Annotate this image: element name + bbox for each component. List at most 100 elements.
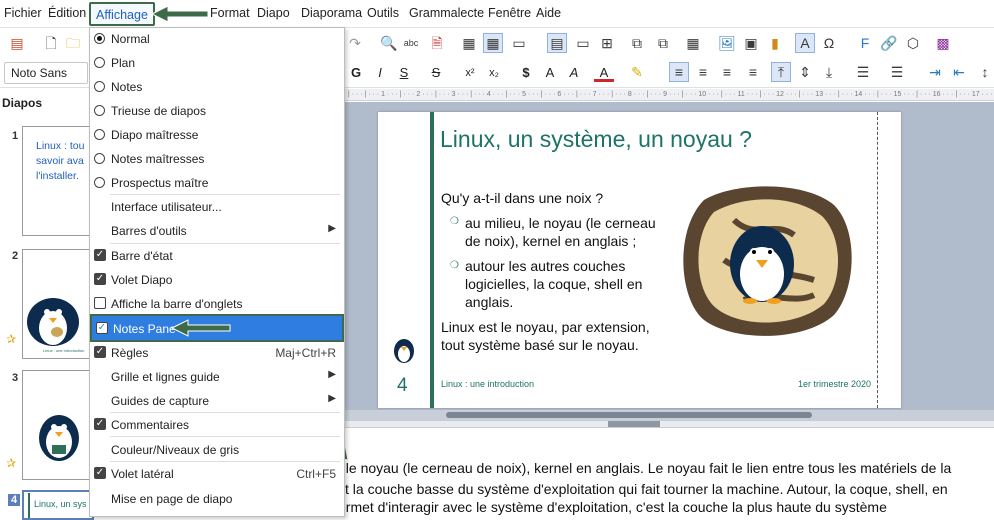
menu-item-slide-pane[interactable]: ✓ Volet Diapo xyxy=(90,268,344,292)
slide-bullet-2-line-2[interactable]: logicielles, la coque, shell en xyxy=(465,275,642,293)
new-presentation-icon[interactable]: ▤ xyxy=(8,34,26,52)
media-icon[interactable]: ▣ xyxy=(742,34,760,52)
italic-button[interactable]: I xyxy=(370,64,390,82)
menu-grammalecte[interactable]: Grammalecte xyxy=(409,6,484,20)
align-center-icon[interactable]: ≡ xyxy=(694,63,712,81)
strikethrough-button[interactable]: S xyxy=(426,64,446,82)
slide-bullet-2-line-1[interactable]: autour les autres couches xyxy=(465,257,625,275)
menu-item-rulers[interactable]: ✓ Règles Maj+Ctrl+R xyxy=(90,341,344,365)
menu-diaporama[interactable]: Diaporama xyxy=(301,6,362,20)
slide-layout-icon[interactable]: ▭ xyxy=(574,34,592,52)
font-color-button[interactable]: A xyxy=(594,64,614,82)
menu-item-user-interface[interactable]: Interface utilisateur... xyxy=(90,195,344,219)
display-views-icon[interactable]: ▭ xyxy=(510,34,528,52)
menu-aide[interactable]: Aide xyxy=(536,6,561,20)
slide-thumb-2[interactable]: Linux : une introduction xyxy=(22,249,94,359)
slide-bullet-1-line-2[interactable]: de noix), kernel en anglais ; xyxy=(465,232,636,250)
menu-diapo[interactable]: Diapo xyxy=(257,6,290,20)
menu-item-snap-guides[interactable]: Guides de capture ▶ xyxy=(90,389,344,413)
highlight-icon[interactable]: ✎ xyxy=(628,63,646,81)
clear-direct-formatting-button[interactable]: A xyxy=(564,64,584,82)
text-box-icon[interactable]: A xyxy=(795,33,815,53)
align-bottom-icon[interactable]: ⤓ xyxy=(820,63,838,81)
menu-item-color-grayscale[interactable]: Couleur/Niveaux de gris xyxy=(90,438,344,462)
menu-format[interactable]: Format xyxy=(210,6,250,20)
horizontal-ruler[interactable]: | · · · | · · · 1 · · · | · · · 2 · · · … xyxy=(344,89,994,101)
superscript-button[interactable]: x² xyxy=(460,64,480,82)
hyperlink-icon[interactable]: 🔗 xyxy=(880,34,898,52)
notes-splitter[interactable] xyxy=(344,420,994,428)
menu-item-slide-layout[interactable]: Mise en page de diapo xyxy=(90,487,344,511)
extension-icon[interactable]: ▩ xyxy=(934,34,952,52)
menu-item-master-handout[interactable]: Prospectus maître xyxy=(90,171,344,195)
slide-paragraph-line-1[interactable]: Linux est le noyau, par extension, xyxy=(441,318,650,336)
notes-text-line-3[interactable]: ermet d'interagir avec le système d'expl… xyxy=(338,499,887,515)
outline-font-button[interactable]: A xyxy=(540,64,560,82)
new-document-icon[interactable]: 🗋 xyxy=(42,34,60,52)
slide-question[interactable]: Qu'y a-t-il dans une noix ? xyxy=(441,189,603,207)
menu-fichier[interactable]: Fichier xyxy=(4,6,42,20)
scrollbar-thumb[interactable] xyxy=(446,412,812,418)
slide[interactable]: Linux, un système, un noyau ? Qu'y a-t-i… xyxy=(378,112,901,408)
menu-fenetre[interactable]: Fenêtre xyxy=(488,6,531,20)
menu-item-tab-bar[interactable]: Affiche la barre d'onglets xyxy=(90,292,344,316)
special-character-icon[interactable]: Ω xyxy=(820,34,838,52)
menu-item-comments[interactable]: ✓ Commentaires xyxy=(90,413,344,437)
shapes-icon[interactable]: ⬡ xyxy=(904,34,922,52)
numbering-icon[interactable]: ☰ xyxy=(888,63,906,81)
open-folder-icon[interactable]: 🗀 xyxy=(64,34,82,52)
menu-affichage[interactable]: Affichage xyxy=(89,2,155,26)
bold-button[interactable]: G xyxy=(346,64,366,82)
spelling-icon[interactable]: abc xyxy=(402,34,420,52)
duplicate-slide-icon[interactable]: ⧉ xyxy=(628,34,646,52)
slide-thumb-3[interactable] xyxy=(22,370,94,480)
menu-item-master-notes[interactable]: Notes maîtresses xyxy=(90,147,344,171)
image-icon[interactable]: 🖼 xyxy=(718,34,736,52)
notes-text-line-1[interactable]: , le noyau (le cerneau de noix), kernel … xyxy=(338,460,951,476)
master-slide-icon[interactable]: ▤ xyxy=(547,33,567,53)
menu-item-sidebar[interactable]: ✓ Volet latéral Ctrl+F5 xyxy=(90,462,344,486)
splitter-handle[interactable] xyxy=(608,421,660,427)
underline-button[interactable]: S xyxy=(394,64,414,82)
menu-item-slide-sorter[interactable]: Trieuse de diapos xyxy=(90,99,344,123)
justify-icon[interactable]: ≡ xyxy=(744,63,762,81)
align-left-icon[interactable]: ≡ xyxy=(669,62,689,82)
redo-icon[interactable]: ↷ xyxy=(346,34,364,52)
slide-thumb-4[interactable]: Linux, un sys xyxy=(22,490,94,520)
menu-item-normal[interactable]: Normal xyxy=(90,27,344,51)
chart-icon[interactable]: ▮ xyxy=(766,34,784,52)
menu-item-toolbars[interactable]: Barres d'outils ▶ xyxy=(90,219,344,243)
subscript-button[interactable]: x₂ xyxy=(484,64,504,82)
nut-penguin-image[interactable] xyxy=(674,180,856,342)
clear-formatting-icon[interactable]: 🗎 xyxy=(428,34,446,52)
menu-outils[interactable]: Outils xyxy=(367,6,399,20)
snap-grid-icon[interactable]: ▦ xyxy=(483,33,503,53)
align-top-icon[interactable]: ⤒ xyxy=(771,62,791,82)
align-right-icon[interactable]: ≡ xyxy=(718,63,736,81)
fontwork-icon[interactable]: F xyxy=(856,34,874,52)
slide-title[interactable]: Linux, un système, un noyau ? xyxy=(440,126,752,153)
table-icon[interactable]: ▦ xyxy=(684,34,702,52)
decrease-indent-icon[interactable]: ⇤ xyxy=(950,63,968,81)
menu-item-plan[interactable]: Plan xyxy=(90,51,344,75)
slide-paragraph-line-2[interactable]: tout système basé sur le noyau. xyxy=(441,336,639,354)
notes-text-line-2[interactable]: st la couche basse du système d'exploita… xyxy=(338,481,948,497)
menu-edition[interactable]: Édition xyxy=(48,6,86,20)
menu-item-master-slide[interactable]: Diapo maîtresse xyxy=(90,123,344,147)
slide-bullet-1-line-1[interactable]: au milieu, le noyau (le cerneau xyxy=(465,214,656,232)
align-middle-icon[interactable]: ⇕ xyxy=(796,63,814,81)
slide-grid-icon[interactable]: ⊞ xyxy=(598,34,616,52)
slide-bullet-2-line-3[interactable]: anglais. xyxy=(465,293,513,311)
menu-item-grid-guides[interactable]: Grille et lignes guide ▶ xyxy=(90,365,344,389)
slide-thumb-1[interactable]: Linux : tou savoir ava l'installer. xyxy=(22,126,94,236)
menu-item-notes[interactable]: Notes xyxy=(90,75,344,99)
line-spacing-icon[interactable]: ↕ xyxy=(976,63,994,81)
shadow-button[interactable]: $ xyxy=(516,64,536,82)
bullets-icon[interactable]: ☰ xyxy=(854,63,872,81)
menu-item-status-bar[interactable]: ✓ Barre d'état xyxy=(90,244,344,268)
grid-icon[interactable]: ▦ xyxy=(460,34,478,52)
new-slide-icon[interactable]: ⧉ xyxy=(654,34,672,52)
increase-indent-icon[interactable]: ⇥ xyxy=(926,63,944,81)
find-replace-icon[interactable]: 🔍 xyxy=(380,34,398,52)
font-name-box[interactable]: Noto Sans xyxy=(4,62,88,84)
